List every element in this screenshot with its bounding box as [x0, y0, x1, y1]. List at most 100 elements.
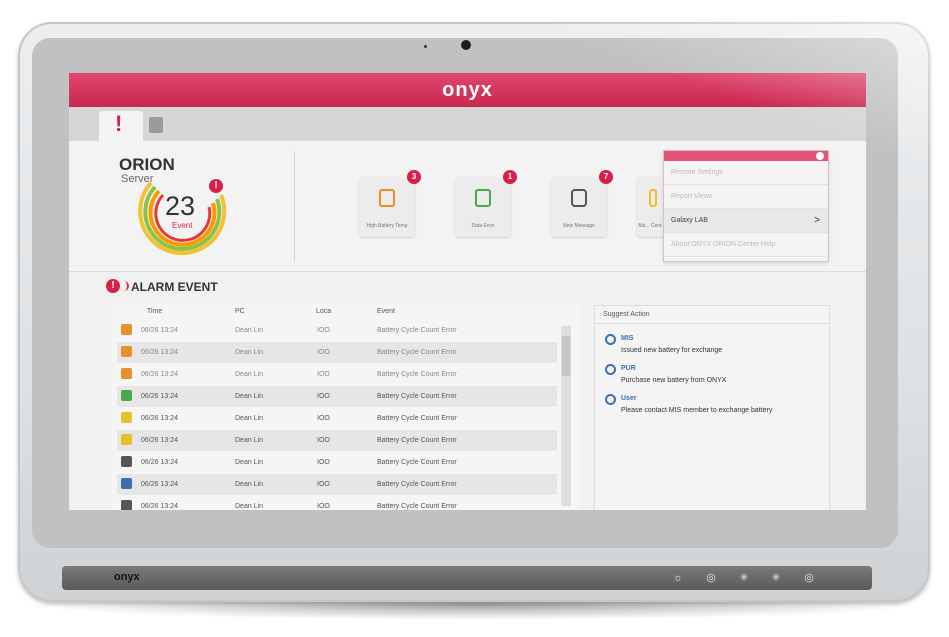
cell-time: 06/26 13:24 [141, 349, 178, 356]
cell-time: 06/26 13:24 [141, 327, 178, 334]
cell-time: 06/26 13:24 [141, 459, 178, 466]
cart-icon [605, 364, 616, 375]
table-row[interactable]: 06/26 13:24 Dean Lin IOO Battery Cycle Coun… [117, 430, 557, 451]
cell-loc: IOO [317, 459, 330, 466]
camera-button-icon[interactable]: ◎ [705, 572, 717, 584]
cell-event: Battery Cycle Count Error [377, 437, 457, 444]
cell-pc: Dean Lin [235, 503, 264, 510]
microphone [424, 45, 427, 48]
cell-pc: Dean Lin [235, 459, 264, 466]
column-header-pc: PC [235, 308, 245, 315]
table-row[interactable]: 06/26 13:24 Dean Lin IOO Battery Cycle Coun… [117, 342, 557, 363]
message-icon [121, 500, 132, 510]
suggest-item-title: PUR [621, 365, 636, 372]
column-header-event: Event [377, 308, 395, 315]
cell-loc: IOO [317, 481, 330, 488]
tile-label: Data Error [471, 223, 495, 229]
alert-badge-icon: ! [209, 179, 223, 193]
battery-icon [121, 368, 132, 379]
light-sensor-icon: ☼ [672, 572, 684, 584]
brightness-up-icon[interactable]: ✳ [770, 572, 782, 584]
suggest-title: Suggest Action [595, 306, 829, 324]
monitor-base [62, 566, 872, 590]
table-row[interactable]: 06/26 13:24 Dean Lin IOO Battery Cycle Coun… [117, 452, 557, 473]
cell-loc: IOO [317, 393, 330, 400]
server-title: ORION [119, 155, 175, 174]
tile-data-error[interactable]: Data Error 1 [455, 170, 517, 237]
battery-icon [379, 189, 395, 207]
close-icon[interactable] [816, 152, 824, 160]
battery-icon [121, 346, 132, 357]
message-icon [571, 189, 587, 207]
tab-reports[interactable] [145, 111, 189, 141]
data-error-icon [121, 390, 132, 401]
suggest-item-text: Please contact MIS member to exchange ba… [621, 407, 773, 414]
menu-item-about[interactable]: About ONYX ORION Center Help [664, 233, 828, 257]
menu-item-remote-settings[interactable]: Remote Settings [664, 161, 828, 185]
tile-new-message[interactable]: New Message 7 [551, 170, 613, 237]
webcam [461, 40, 471, 50]
menu-item-label: Galaxy LAB [671, 217, 708, 224]
cell-time: 06/26 13:24 [141, 393, 178, 400]
tile-label: High Battery Temp [366, 223, 408, 229]
battery-icon [121, 324, 132, 335]
top-bar: onyx [69, 73, 866, 107]
wifi-icon [649, 189, 657, 207]
cell-pc: Dean Lin [235, 481, 264, 488]
menu-item-report-views[interactable]: Report Views [664, 185, 828, 209]
cell-event: Battery Cycle Count Error [377, 415, 457, 422]
app-logo: onyx [442, 79, 493, 101]
cell-time: 06/26 13:24 [141, 481, 178, 488]
cell-pc: Dean Lin [235, 393, 264, 400]
table-header: Time PC Loca Event [111, 303, 581, 320]
cell-pc: Dean Lin [235, 327, 264, 334]
cell-time: 06/26 13:24 [141, 437, 178, 444]
table-row[interactable]: 06/26 13:24 Dean Lin IOO Battery Cycle Coun… [117, 364, 557, 385]
cell-loc: IOO [317, 437, 330, 444]
suggest-panel: Suggest Action MIS Issued new battery fo… [594, 305, 830, 510]
menu-item-galaxy-lab[interactable]: Galaxy LAB > [664, 209, 828, 233]
cell-event: Battery Cycle Count Error [377, 459, 457, 466]
column-header-location: Loca [316, 308, 332, 315]
cell-loc: IOO [317, 327, 330, 334]
document-icon [149, 117, 163, 133]
cell-pc: Dean Lin [235, 415, 264, 422]
cell-loc: IOO [317, 415, 330, 422]
wifi-icon [121, 412, 132, 423]
settings-menu: Remote Settings Report Views Galaxy LAB >… [663, 150, 829, 262]
tab-alarm[interactable]: ! [99, 111, 143, 141]
cell-loc: IOO [317, 371, 330, 378]
table-row[interactable]: 06/26 13:24 Dean Lin IOO Battery Cycle Coun… [117, 474, 557, 495]
column-header-time: Time [147, 308, 163, 315]
table-row[interactable]: 06/26 13:24 Dean Lin IOO Battery Cycle Coun… [117, 386, 557, 407]
server-subtitle: Server [121, 173, 154, 185]
cell-time: 06/26 13:24 [141, 415, 178, 422]
cell-event: Battery Cycle Count Error [377, 327, 457, 334]
data-error-icon [475, 189, 491, 207]
power-button-icon[interactable]: ◎ [803, 572, 815, 584]
app-screen: onyx ! ORION Server 23 Event ! High Batt… [69, 73, 866, 510]
suggest-item-text: Purchase new battery from ONYX [621, 377, 727, 384]
menu-header [664, 151, 828, 161]
cell-loc: IOO [317, 349, 330, 356]
tile-high-battery-temp[interactable]: High Battery Temp 3 [359, 170, 421, 237]
cell-pc: Dean Lin [235, 437, 264, 444]
brightness-down-icon[interactable]: ✳ [738, 572, 750, 584]
cell-loc: IOO [317, 503, 330, 510]
cell-event: Battery Cycle Count Error [377, 371, 457, 378]
tile-label: New Message [563, 223, 595, 229]
table-row[interactable]: 06/26 13:24 Dean Lin IOO Battery Cycle Coun… [117, 496, 557, 510]
suggest-item-text: Issued new battery for exchange [621, 347, 723, 354]
table-row[interactable]: 06/26 13:24 Dean Lin IOO Battery Cycle Coun… [117, 408, 557, 429]
table-row[interactable]: 06/26 13:24 Dean Lin IOO Battery Cycle Coun… [117, 320, 557, 341]
tab-bar: ! [69, 107, 866, 167]
suggest-item-title: MIS [621, 335, 634, 342]
scrollbar-thumb[interactable] [562, 336, 570, 376]
event-count: 23 [165, 191, 196, 221]
cell-event: Battery Cycle Count Error [377, 481, 457, 488]
tile-badge: 1 [503, 170, 517, 184]
cell-time: 06/26 13:24 [141, 503, 178, 510]
message-icon [121, 456, 132, 467]
alarm-icon: ! [106, 279, 120, 293]
cell-time: 06/26 13:24 [141, 371, 178, 378]
